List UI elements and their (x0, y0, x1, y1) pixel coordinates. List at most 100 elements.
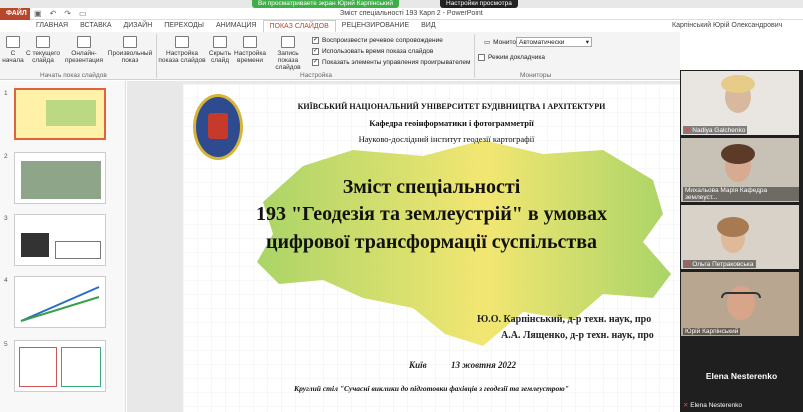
checkbox-label: Использовать время показа слайдов (322, 48, 434, 55)
checkbox-label: Режим докладчика (488, 54, 545, 61)
participant-name-text: Elena Nesterenko (690, 402, 742, 409)
save-icon[interactable]: ▣ (34, 9, 42, 18)
mic-off-icon: ✕ (685, 261, 691, 268)
quick-access-toolbar: ▣ ↶ ↷ ▭ (34, 9, 87, 18)
institute-name: Науково-дослідний інститут геодезії карт… (358, 134, 535, 144)
slideshow-current-icon (36, 36, 50, 48)
file-tab[interactable]: ФАЙЛ (0, 8, 30, 20)
timings-checkbox[interactable]: ✓ Использовать время показа слайдов (312, 48, 433, 55)
thumb-number: 3 (4, 215, 8, 222)
button-label: С текущего слайда (26, 50, 60, 64)
monitor-icon: ▭ (484, 39, 491, 46)
participant-name-text: Михальова Марія Кафедра землеуст... (685, 187, 768, 201)
record-show-button[interactable]: Запись показа слайдов (268, 36, 308, 71)
record-icon (281, 36, 295, 48)
checkbox-label: Воспроизвести речевое сопровождение (322, 37, 443, 44)
slide-title-line2: 193 "Геодезія та землеустрій" в умовах (255, 203, 608, 225)
tab-slideshow[interactable]: ПОКАЗ СЛАЙДОВ (262, 20, 336, 32)
setup-icon (175, 36, 189, 48)
slideshow-icon[interactable]: ▭ (79, 9, 87, 18)
author-1: Ю.О. Карпінський, д-р техн. наук, про (477, 314, 652, 325)
view-settings-button[interactable]: Настройки просмотра (440, 0, 518, 8)
tab-review[interactable]: РЕЦЕНЗИРОВАНИЕ (336, 20, 415, 32)
participant-name-text: Ольга Петраковська (692, 261, 754, 268)
button-label: Скрыть слайд (208, 50, 232, 64)
ribbon-separator (474, 34, 475, 78)
online-present-button[interactable]: Онлайн-презентация (62, 36, 106, 64)
university-name: КИЇВСЬКИЙ НАЦІОНАЛЬНИЙ УНІВЕРСИТЕТ БУДІВ… (297, 102, 606, 111)
checkmark-icon: ✓ (312, 48, 319, 55)
slide-thumbnail[interactable] (14, 276, 106, 328)
tab-design[interactable]: ДИЗАЙН (118, 20, 159, 32)
tab-home[interactable]: ГЛАВНАЯ (30, 20, 74, 32)
online-icon (77, 36, 91, 48)
slide-thumbnail[interactable] (14, 88, 106, 140)
diagram-thumb (61, 347, 101, 387)
photo-thumb (21, 161, 101, 199)
chevron-down-icon: ▾ (585, 39, 589, 46)
checkmark-icon: ✓ (312, 59, 319, 66)
participant-tile[interactable]: Юрій Карпінський (681, 272, 799, 336)
button-label: Запись показа слайдов (275, 50, 301, 71)
group-label-monitors: Мониторы (520, 72, 552, 79)
share-notice-text: Ви просматриваете экран Юрий Карпінський (258, 0, 394, 7)
participant-name: ✕ Elena Nesterenko (683, 401, 742, 409)
slide-thumbnail[interactable] (14, 340, 106, 392)
slideshow-icon (6, 36, 20, 48)
account-name[interactable]: Карпінський Юрій Олександрович (672, 22, 782, 29)
chart-thumb (20, 286, 100, 322)
from-current-button[interactable]: С текущего слайда (26, 36, 60, 64)
headset-icon (721, 292, 761, 298)
document-title: Зміст спеціальності 193 Карп 2 - PowerPo… (340, 10, 483, 17)
participant-tile[interactable]: ✕ Ольга Петраковська (681, 205, 799, 269)
custom-show-button[interactable]: Произвольный показ (107, 36, 153, 64)
tab-animation[interactable]: АНИМАЦИЯ (210, 20, 263, 32)
thumb-number: 4 (4, 277, 8, 284)
tab-insert[interactable]: ВСТАВКА (74, 20, 117, 32)
rehearse-timings-button[interactable]: Настройка времени (234, 36, 266, 64)
setup-show-button[interactable]: Настройка показа слайдов (158, 36, 206, 64)
timer-icon (243, 36, 257, 48)
current-slide[interactable]: КИЇВСЬКИЙ НАЦІОНАЛЬНИЙ УНІВЕРСИТЕТ БУДІВ… (183, 84, 680, 412)
slide-thumbnail[interactable] (14, 214, 106, 266)
participant-hair (717, 217, 749, 237)
slide-date: 13 жовтня 2022 (451, 360, 516, 370)
thumb-number: 5 (4, 341, 8, 348)
slide-title-line1: Зміст спеціальності (342, 176, 521, 198)
photo-thumb (21, 233, 49, 257)
mic-off-icon: ✕ (685, 127, 691, 134)
button-label: Настройка показа слайдов (158, 50, 206, 64)
narration-checkbox[interactable]: ✓ Воспроизвести речевое сопровождение (312, 37, 443, 44)
participant-name: Юрій Карпінський (683, 328, 741, 335)
participant-tile[interactable]: Михальова Марія Кафедра землеуст... (681, 138, 799, 202)
tab-view[interactable]: ВИД (415, 20, 441, 32)
slide-thumbnail[interactable] (14, 152, 106, 204)
participant-name-large: Elena Nesterenko (705, 371, 778, 381)
tab-transitions[interactable]: ПЕРЕХОДЫ (158, 20, 210, 32)
text-box-thumb (55, 241, 101, 259)
participant-tile[interactable]: ✕ Nadiya Galchenko (681, 71, 799, 135)
button-label: Произвольный показ (107, 50, 153, 64)
checkmark-icon: ✓ (312, 37, 319, 44)
round-table-title: Круглий стіл "Сучасні виклики до підгото… (294, 384, 569, 393)
monitor-select[interactable]: Автоматически ▾ (516, 37, 592, 47)
map-thumb (46, 100, 96, 126)
screen-share-notice: Ви просматриваете экран Юрий Карпінський (252, 0, 400, 8)
controls-checkbox[interactable]: ✓ Показать элементы управления проигрыват… (312, 59, 470, 66)
from-beginning-button[interactable]: С начала (2, 36, 24, 64)
button-label: С начала (2, 50, 24, 64)
redo-icon[interactable]: ↷ (64, 9, 71, 18)
diagram-thumb (19, 347, 57, 387)
hide-slide-button[interactable]: Скрыть слайд (207, 36, 233, 64)
slide-city: Київ (409, 360, 427, 370)
monitor-value: Автоматически (519, 39, 565, 46)
checkbox-empty-icon (478, 54, 485, 61)
ribbon-separator (156, 34, 157, 78)
participant-name: Михальова Марія Кафедра землеуст... (683, 187, 799, 201)
hide-icon (213, 36, 227, 48)
top-bar (0, 0, 803, 8)
presenter-view-checkbox[interactable]: Режим докладчика (478, 54, 545, 61)
participant-hair (721, 75, 755, 93)
undo-icon[interactable]: ↶ (50, 9, 57, 18)
thumb-number: 2 (4, 153, 8, 160)
